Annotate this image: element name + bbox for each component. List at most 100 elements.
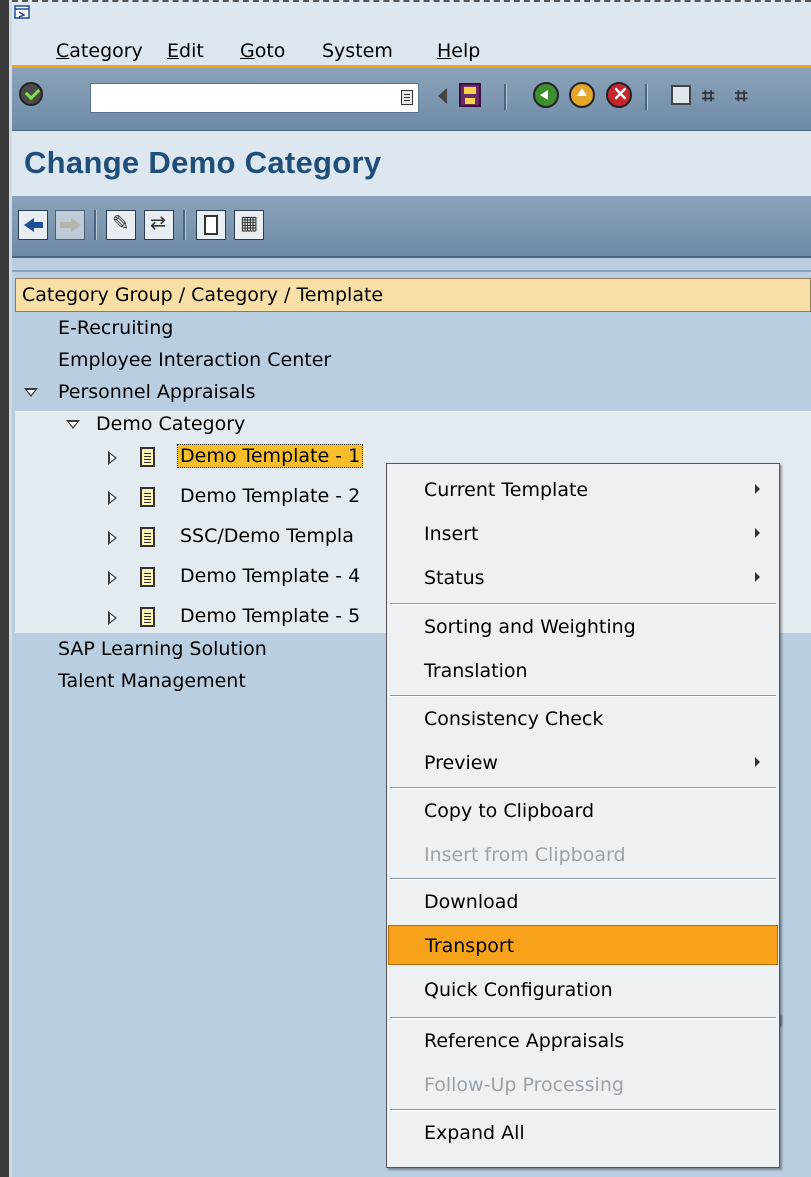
tree-node-demo-category[interactable]: Demo Category bbox=[96, 413, 245, 435]
tree-node-template-5[interactable]: Demo Template - 5 bbox=[180, 605, 360, 627]
menu-item-sorting[interactable]: Sorting and Weighting bbox=[388, 607, 778, 647]
tree-header-label: Category Group / Category / Template bbox=[22, 284, 384, 306]
previous-icon[interactable] bbox=[18, 210, 48, 240]
toolbar-separator bbox=[183, 210, 186, 240]
expand-icon[interactable] bbox=[108, 531, 117, 545]
menu-separator bbox=[390, 1017, 776, 1019]
menu-help[interactable]: Help bbox=[437, 40, 480, 62]
menu-item-preview[interactable]: Preview bbox=[388, 743, 778, 783]
menu-item-translation[interactable]: Translation bbox=[388, 651, 778, 691]
toolbar-separator bbox=[94, 210, 97, 240]
menu-bar: Category Edit Goto System Help bbox=[12, 22, 811, 68]
menu-item-label: Reference Appraisals bbox=[424, 1030, 625, 1052]
menu-item-label: Follow-Up Processing bbox=[424, 1074, 624, 1096]
menu-item-label: Insert bbox=[424, 523, 479, 545]
template-doc-icon bbox=[140, 527, 155, 547]
tree-node-template-3[interactable]: SSC/Demo Templa bbox=[180, 525, 354, 547]
menu-goto-label: oto bbox=[254, 40, 286, 62]
menu-item-insert-clipboard: Insert from Clipboard bbox=[388, 835, 778, 875]
expand-icon[interactable] bbox=[108, 491, 117, 505]
back-triangle-icon[interactable] bbox=[438, 88, 447, 104]
save-icon[interactable] bbox=[459, 83, 481, 107]
menu-item-label: Consistency Check bbox=[424, 708, 604, 730]
display-change-icon[interactable] bbox=[106, 210, 136, 240]
create-icon[interactable] bbox=[196, 210, 226, 240]
menu-edit-mnemonic: E bbox=[167, 40, 180, 62]
window-frame-left bbox=[0, 0, 9, 1177]
tree-node-personnel-appraisals[interactable]: Personnel Appraisals bbox=[58, 381, 255, 403]
command-history-icon[interactable] bbox=[401, 90, 413, 105]
menu-item-copy-clipboard[interactable]: Copy to Clipboard bbox=[388, 791, 778, 831]
menu-item-follow-up: Follow-Up Processing bbox=[388, 1065, 778, 1105]
menu-item-quick-configuration[interactable]: Quick Configuration bbox=[388, 970, 778, 1010]
title-bar: Change Demo Category bbox=[12, 131, 811, 197]
menu-goto[interactable]: Goto bbox=[240, 40, 285, 62]
submenu-arrow-icon bbox=[755, 484, 760, 494]
menu-item-label: Translation bbox=[424, 660, 528, 682]
system-menu-icon[interactable] bbox=[14, 5, 30, 19]
tree-column-header[interactable]: Category Group / Category / Template bbox=[15, 278, 811, 312]
menu-separator bbox=[390, 787, 776, 789]
tree-node-eic[interactable]: Employee Interaction Center bbox=[58, 349, 331, 371]
cancel-icon[interactable] bbox=[606, 81, 632, 108]
menu-item-transport[interactable]: Transport bbox=[388, 925, 778, 965]
menu-category-mnemonic: C bbox=[56, 40, 70, 62]
command-field[interactable] bbox=[90, 83, 419, 113]
menu-item-current-template[interactable]: Current Template bbox=[388, 470, 778, 510]
menu-edit-label: dit bbox=[179, 40, 204, 62]
application-toolbar bbox=[12, 196, 811, 258]
expand-icon[interactable] bbox=[108, 451, 117, 465]
menu-item-expand-all[interactable]: Expand All bbox=[388, 1113, 778, 1153]
submenu-arrow-icon bbox=[755, 528, 760, 538]
find-icon[interactable]: ⌗ bbox=[702, 84, 714, 109]
menu-item-consistency-check[interactable]: Consistency Check bbox=[388, 699, 778, 739]
system-strip bbox=[12, 0, 811, 22]
collapse-icon[interactable] bbox=[24, 388, 38, 397]
menu-help-mnemonic: H bbox=[437, 40, 452, 62]
menu-item-label: Preview bbox=[424, 752, 498, 774]
tree-node-sap-learning[interactable]: SAP Learning Solution bbox=[58, 638, 267, 660]
tree-node-template-1[interactable]: Demo Template - 1 bbox=[177, 444, 364, 468]
menu-item-label: Insert from Clipboard bbox=[424, 844, 626, 866]
print-icon[interactable] bbox=[671, 85, 691, 105]
find-next-icon[interactable]: ⌗ bbox=[735, 84, 747, 109]
toolbar-separator bbox=[645, 84, 648, 110]
context-menu-lower: Reference Appraisals Follow-Up Processin… bbox=[386, 1013, 780, 1168]
template-doc-icon bbox=[140, 447, 155, 467]
menu-item-label: Sorting and Weighting bbox=[424, 616, 636, 638]
tree-node-talent[interactable]: Talent Management bbox=[58, 670, 246, 692]
menu-separator bbox=[390, 878, 776, 880]
exit-icon[interactable] bbox=[569, 82, 595, 108]
template-doc-icon bbox=[140, 567, 155, 587]
template-doc-icon bbox=[140, 487, 155, 507]
other-object-icon[interactable] bbox=[144, 210, 174, 240]
menu-separator bbox=[390, 695, 776, 697]
menu-item-reference-appraisals[interactable]: Reference Appraisals bbox=[388, 1021, 778, 1061]
menu-category[interactable]: Category bbox=[56, 40, 143, 62]
expand-icon[interactable] bbox=[108, 571, 117, 585]
standard-toolbar: ⌗ ⌗ bbox=[12, 68, 811, 131]
menu-item-label: Copy to Clipboard bbox=[424, 800, 595, 822]
menu-system-label: System bbox=[322, 40, 393, 62]
menu-item-insert[interactable]: Insert bbox=[388, 514, 778, 554]
menu-category-label: ategory bbox=[69, 40, 143, 62]
tree-node-template-2[interactable]: Demo Template - 2 bbox=[180, 485, 360, 507]
menu-goto-mnemonic: G bbox=[240, 40, 255, 62]
tree-node-template-4[interactable]: Demo Template - 4 bbox=[180, 565, 360, 587]
back-icon[interactable] bbox=[533, 82, 559, 108]
menu-edit[interactable]: Edit bbox=[167, 40, 204, 62]
enter-icon[interactable] bbox=[19, 82, 43, 106]
sap-window: Category Edit Goto System Help ⌗ ⌗ Chang… bbox=[12, 0, 811, 1177]
menu-item-download[interactable]: Download bbox=[388, 882, 778, 922]
menu-system[interactable]: System bbox=[322, 40, 393, 62]
structure-icon[interactable] bbox=[234, 210, 264, 240]
next-icon[interactable] bbox=[55, 210, 85, 240]
menu-item-label: Download bbox=[424, 891, 519, 913]
expand-icon[interactable] bbox=[108, 611, 117, 625]
menu-item-status[interactable]: Status bbox=[388, 558, 778, 598]
collapse-icon[interactable] bbox=[66, 420, 80, 429]
menu-item-label: Status bbox=[424, 567, 485, 589]
submenu-arrow-icon bbox=[755, 572, 760, 582]
menu-item-label: Current Template bbox=[424, 479, 589, 501]
tree-node-e-recruiting[interactable]: E-Recruiting bbox=[58, 317, 173, 339]
